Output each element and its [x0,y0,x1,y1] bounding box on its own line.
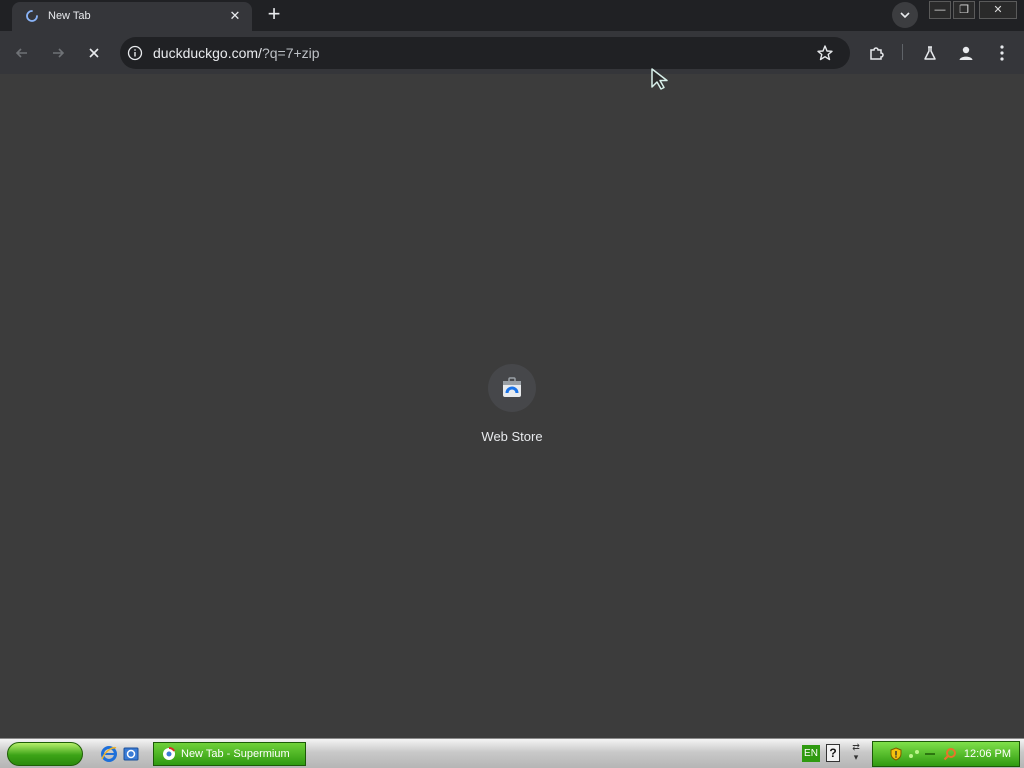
toolbar-divider [902,44,903,60]
new-tab-page: Web Store [0,74,1024,738]
shortcut-label: Web Store [481,429,543,444]
search-icon[interactable] [943,747,957,761]
taskbar: New Tab - Supermium EN ? ⇄ ▾ 12:06 PM [0,738,1024,768]
tab-search-button[interactable] [892,2,918,28]
shortcut-web-store[interactable]: Web Store [472,364,552,454]
arrow-left-icon [15,48,27,58]
menu-button[interactable] [989,40,1015,66]
taskbar-item-supermium[interactable]: New Tab - Supermium [153,742,306,766]
start-button[interactable] [7,742,83,766]
url-host: duckduckgo.com/ [153,45,262,61]
language-indicator[interactable]: EN [802,745,820,762]
loading-spinner-icon [26,10,38,22]
mouse-cursor-icon [651,68,668,90]
network-icon[interactable] [907,747,921,761]
kebab-menu-icon [1000,45,1004,61]
new-tab-button[interactable]: + [262,3,286,27]
close-window-button[interactable]: ✕ [979,1,1017,19]
security-shield-icon[interactable] [889,747,903,761]
flask-icon [924,46,936,60]
forward-button[interactable] [45,40,71,66]
minimize-button[interactable]: — [929,1,951,19]
profile-button[interactable] [953,40,979,66]
tab-new-tab[interactable]: New Tab ✕ [12,2,252,31]
back-button[interactable] [9,40,35,66]
browser-toolbar: duckduckgo.com/?q=7+zip [0,31,1024,74]
tab-close-icon[interactable]: ✕ [228,9,242,23]
restore-button[interactable]: ❐ [953,1,975,19]
internet-explorer-icon[interactable] [100,745,118,763]
shortcut-tile[interactable] [488,364,536,412]
outlook-express-icon[interactable] [122,745,140,763]
system-tray: 12:06 PM [872,741,1020,767]
url-text[interactable]: duckduckgo.com/?q=7+zip [153,45,320,61]
address-bar[interactable]: duckduckgo.com/?q=7+zip [120,37,850,69]
tray-expand-icon[interactable]: ⇄ ▾ [849,742,863,764]
tab-strip: New Tab ✕ + — ❐ ✕ [0,0,1024,31]
url-path: ?q=7+zip [261,45,320,61]
chevron-down-icon [900,12,910,19]
supermium-icon [163,747,176,760]
close-icon [89,48,99,58]
extensions-button[interactable] [864,40,890,66]
stop-loading-button[interactable] [81,40,107,66]
info-icon[interactable] [127,45,143,61]
labs-button[interactable] [917,40,943,66]
arrow-right-icon [53,48,65,58]
tab-title: New Tab [48,10,91,22]
bookmark-star-icon[interactable] [816,44,834,62]
person-icon [959,46,973,60]
clock[interactable]: 12:06 PM [964,748,1011,760]
volume-icon[interactable] [923,747,937,761]
puzzle-piece-icon [870,47,884,60]
help-icon[interactable]: ? [826,744,840,762]
web-store-icon [503,377,521,397]
taskbar-item-label: New Tab - Supermium [181,748,290,760]
